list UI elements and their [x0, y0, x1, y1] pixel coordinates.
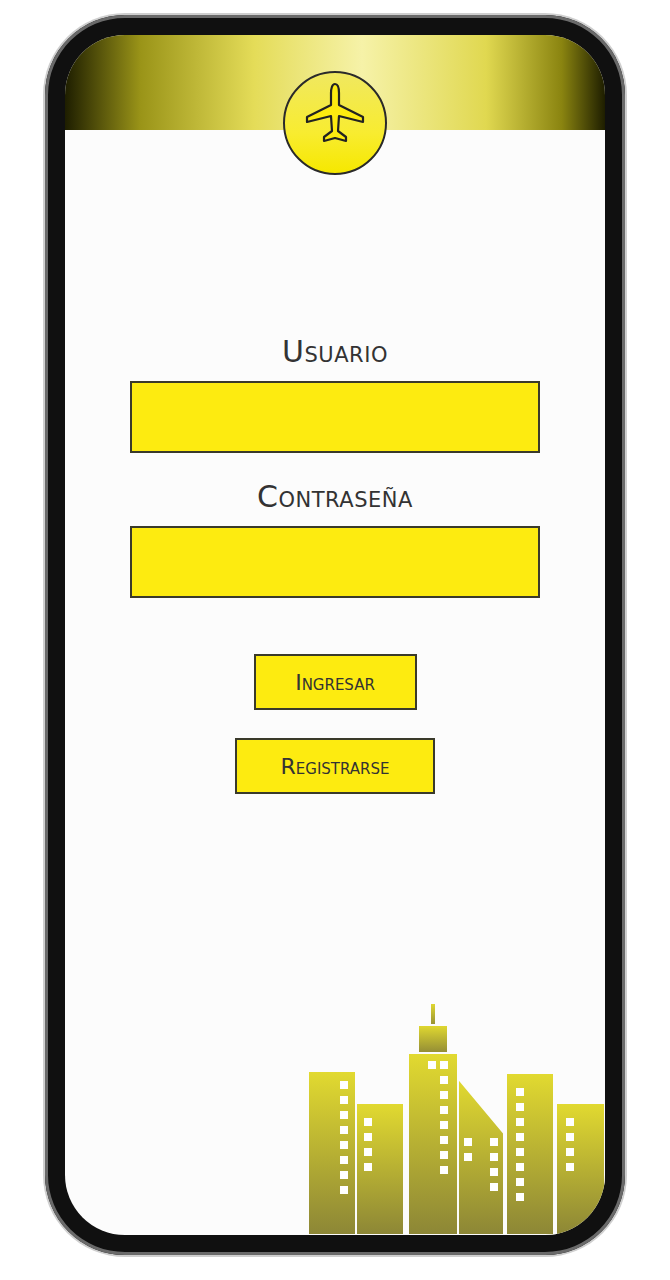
header-bar: [65, 35, 605, 130]
username-input[interactable]: [130, 381, 540, 453]
register-button[interactable]: Registrarse: [235, 738, 435, 794]
password-input[interactable]: [130, 526, 540, 598]
field-label: Contraseña: [249, 475, 421, 518]
button-group: Ingresar Registrarse: [235, 654, 435, 794]
login-form: Usuario Contraseña: [130, 330, 540, 598]
logo-badge: [283, 71, 387, 175]
login-button[interactable]: Ingresar: [254, 654, 417, 710]
field-label: Usuario: [274, 330, 396, 373]
airplane-icon: [303, 81, 367, 145]
city-skyline-icon: [308, 1003, 605, 1235]
phone-frame: Usuario Contraseña Ingresar Registrarse: [45, 15, 625, 1255]
login-screen: Usuario Contraseña Ingresar Registrarse: [65, 35, 605, 1235]
